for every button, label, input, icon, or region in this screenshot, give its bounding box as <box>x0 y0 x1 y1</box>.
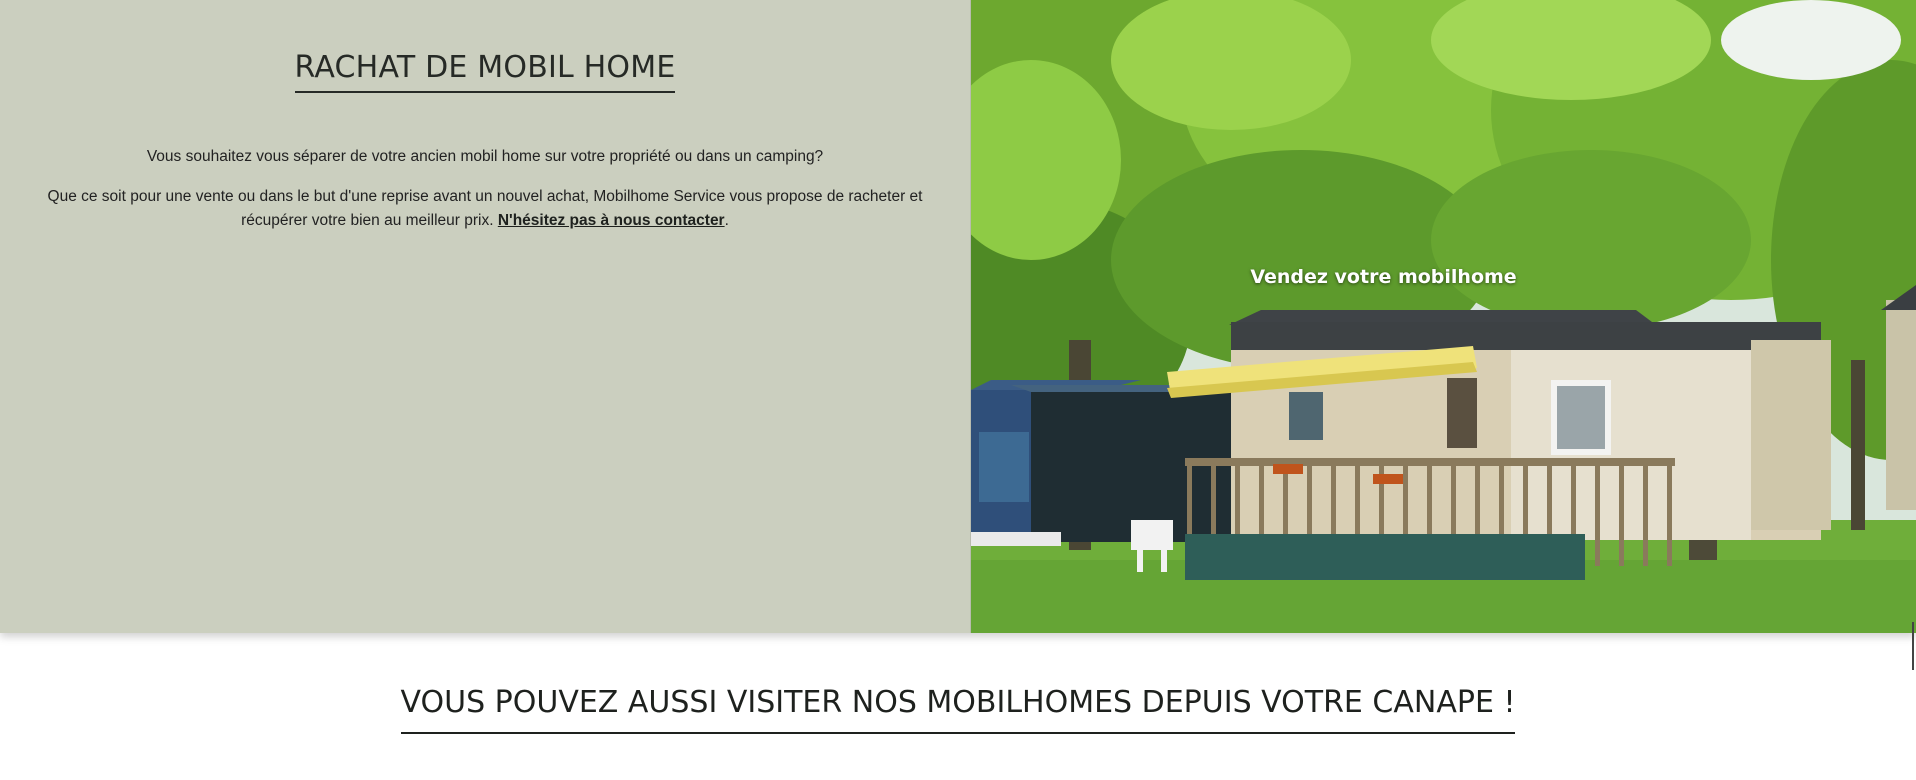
hero-band: RACHAT DE MOBIL HOME Vous souhaitez vous… <box>0 0 1916 633</box>
mobilhome-photo-scene <box>971 0 1916 633</box>
mobilhome-photo[interactable]: Vendez votre mobilhome <box>971 0 1916 633</box>
rachat-paragraph-2-text: Que ce soit pour une vente ou dans le bu… <box>47 188 923 229</box>
contact-link[interactable]: N'hésitez pas à nous contacter <box>498 212 725 229</box>
rachat-paragraph-2: Que ce soit pour une vente ou dans le bu… <box>18 185 952 233</box>
virtual-visit-section: VOUS POUVEZ AUSSI VISITER NOS MOBILHOMES… <box>0 633 1916 780</box>
rachat-paragraph-2-end: . <box>724 212 729 229</box>
rachat-paragraph-1: Vous souhaitez vous séparer de votre anc… <box>146 148 824 165</box>
rachat-title: RACHAT DE MOBIL HOME <box>294 50 676 93</box>
text-cursor-icon <box>1912 622 1914 670</box>
sell-mobilhome-caption[interactable]: Vendez votre mobilhome <box>971 266 1916 288</box>
virtual-visit-title: VOUS POUVEZ AUSSI VISITER NOS MOBILHOMES… <box>400 685 1516 734</box>
rachat-description: Vous souhaitez vous séparer de votre anc… <box>0 145 970 233</box>
rachat-panel: RACHAT DE MOBIL HOME Vous souhaitez vous… <box>0 0 971 633</box>
